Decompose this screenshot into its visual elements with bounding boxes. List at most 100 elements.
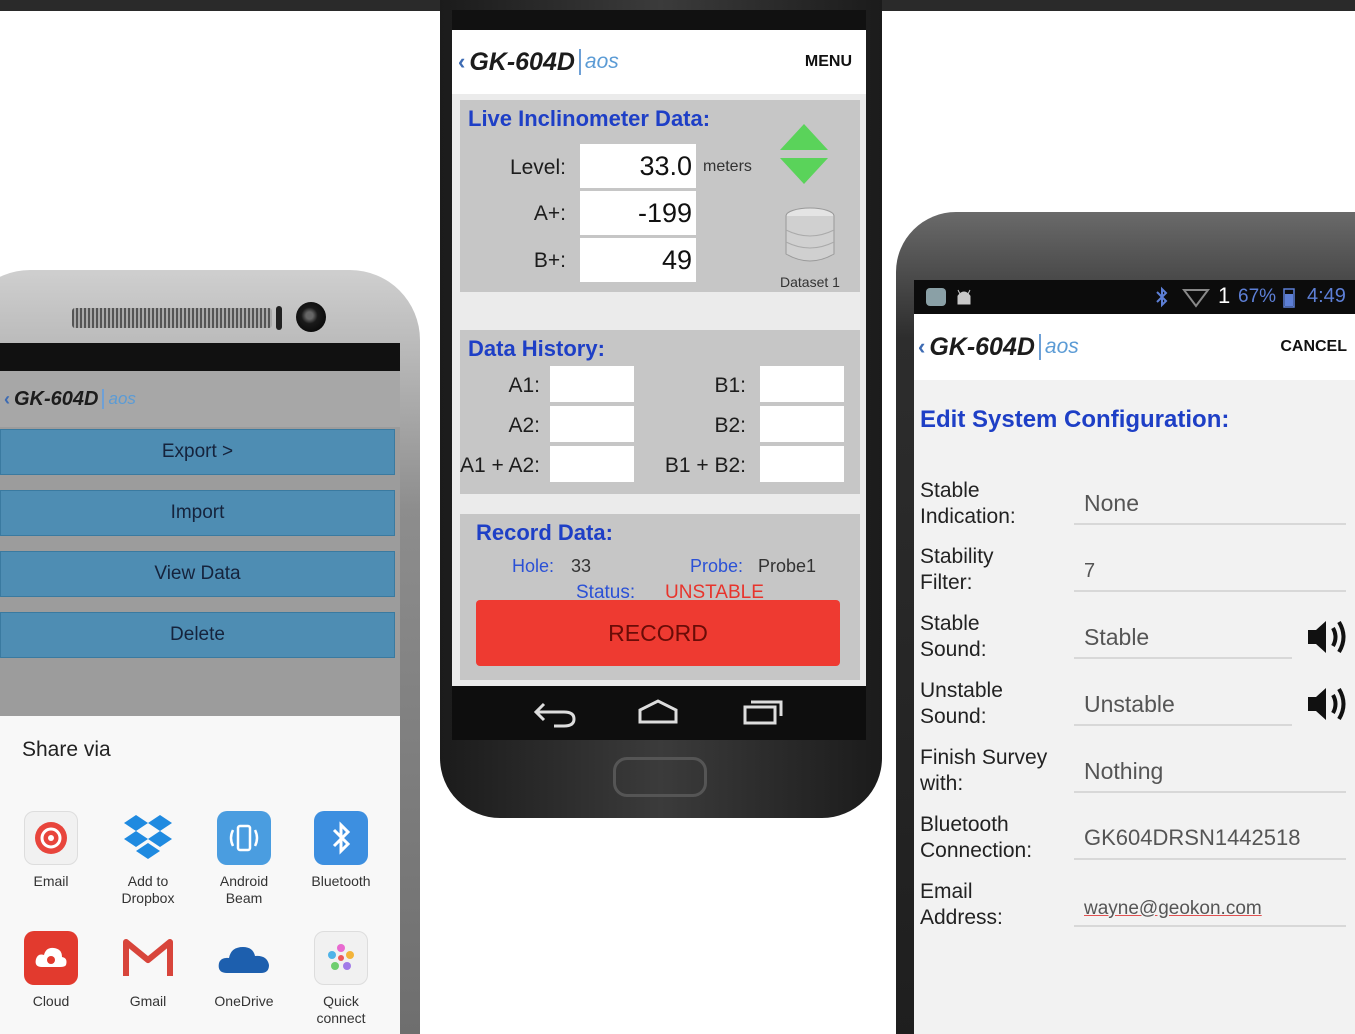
a2-value <box>550 406 634 442</box>
stability-filter-label: Stability Filter: <box>920 545 994 594</box>
share-target-bluetooth[interactable]: Bluetooth <box>296 811 386 890</box>
share-target-android-beam[interactable]: Android Beam <box>199 811 289 907</box>
front-camera <box>296 302 326 332</box>
cancel-button[interactable]: CANCEL <box>1280 338 1347 356</box>
stable-sound-value[interactable]: Stable <box>1084 624 1149 651</box>
share-target-onedrive[interactable]: OneDrive <box>199 931 289 1010</box>
home-nav-icon[interactable] <box>636 698 680 726</box>
status-bar: 1 67% 4:49 <box>914 280 1355 314</box>
b-plus-value: 49 <box>580 238 696 282</box>
email-icon <box>24 811 78 865</box>
share-label: Quick connect <box>316 993 366 1026</box>
level-up-down-arrows-icon[interactable] <box>778 122 830 186</box>
left-phone-screen: ‹ GK-604D aos Export > Import View Data … <box>0 343 400 1034</box>
b1-b2-label: B1 + B2: <box>664 454 746 477</box>
b1-value <box>760 366 844 402</box>
physical-home-button[interactable] <box>613 757 707 797</box>
email-address-label: Email Address: <box>920 880 1003 929</box>
battery-icon <box>1282 286 1296 308</box>
center-app-logo: ‹ GK-604D aos <box>458 48 619 77</box>
share-sheet: Share via Email Add to Dropbox Android B… <box>0 716 400 1034</box>
a1-a2-label: A1 + A2: <box>460 454 540 477</box>
app-subtitle: aos <box>584 50 619 73</box>
a-plus-label: A+: <box>533 202 566 225</box>
email-address-value[interactable]: wayne@geokon.com <box>1084 898 1262 920</box>
right-app-logo: ‹ GK-604D aos <box>918 333 1079 362</box>
share-title: Share via <box>22 738 111 761</box>
share-label: Gmail <box>129 993 167 1009</box>
cloud-icon <box>24 931 78 985</box>
bluetooth-status-icon <box>1154 286 1170 308</box>
app-title: GK-604D <box>14 387 99 410</box>
menu-button[interactable]: MENU <box>805 53 852 71</box>
record-button[interactable]: RECORD <box>476 600 840 666</box>
app-subtitle: aos <box>1044 335 1079 358</box>
b-plus-label: B+: <box>533 249 566 272</box>
back-chevron-icon[interactable]: ‹ <box>4 389 10 410</box>
back-chevron-icon[interactable]: ‹ <box>918 334 925 360</box>
dropbox-icon <box>121 811 175 865</box>
hole-value: 33 <box>571 556 592 576</box>
probe-label: Probe: <box>690 556 744 576</box>
app-title: GK-604D <box>929 332 1035 361</box>
share-label: Android Beam <box>219 873 269 906</box>
finish-survey-value[interactable]: Nothing <box>1084 758 1163 785</box>
a2-label: A2: <box>508 414 540 437</box>
back-chevron-icon[interactable]: ‹ <box>458 49 465 75</box>
share-target-gmail[interactable]: Gmail <box>103 931 193 1010</box>
level-label: Level: <box>509 156 566 179</box>
bluetooth-connection-label: Bluetooth Connection: <box>920 813 1033 862</box>
left-app-logo: ‹ GK-604D aos <box>4 388 136 411</box>
share-target-dropbox[interactable]: Add to Dropbox <box>103 811 193 907</box>
left-app-header: ‹ GK-604D aos <box>0 371 400 427</box>
level-value: 33.0 <box>580 144 696 188</box>
dataset-label: Dataset 1 <box>780 274 840 290</box>
back-nav-icon[interactable] <box>532 700 578 728</box>
share-label: OneDrive <box>214 993 274 1009</box>
b1-b2-value <box>760 446 844 482</box>
share-target-quick-connect[interactable]: Quick connect <box>296 931 386 1027</box>
unstable-sound-label: Unstable Sound: <box>920 679 1003 728</box>
export-button[interactable]: Export > <box>0 429 395 475</box>
android-beam-icon <box>217 811 271 865</box>
recent-apps-icon[interactable] <box>742 698 784 726</box>
share-target-cloud[interactable]: Cloud <box>6 931 96 1010</box>
stable-indication-value[interactable]: None <box>1084 490 1139 517</box>
import-button[interactable]: Import <box>0 490 395 536</box>
left-app-area: ‹ GK-604D aos Export > Import View Data … <box>0 371 400 716</box>
stable-sound-label: Stable Sound: <box>920 612 987 661</box>
b2-value <box>760 406 844 442</box>
finish-survey-label: Finish Survey with: <box>920 746 1048 795</box>
android-nav-bar <box>452 686 866 740</box>
probe-value: Probe1 <box>758 556 817 576</box>
unstable-sound-value[interactable]: Unstable <box>1084 691 1175 718</box>
hole-label: Hole: <box>512 556 555 576</box>
speaker-grille <box>72 308 272 328</box>
share-target-email[interactable]: Email <box>6 811 96 890</box>
right-phone-screen: 1 67% 4:49 ‹ GK-604D aos CANCEL Edit Sys… <box>914 280 1355 1034</box>
delete-button[interactable]: Delete <box>0 612 395 658</box>
speaker-icon[interactable] <box>1306 683 1352 725</box>
view-data-button[interactable]: View Data <box>0 551 395 597</box>
status-bar <box>452 10 866 30</box>
database-icon[interactable] <box>782 206 838 266</box>
center-app-header: ‹ GK-604D aos MENU <box>452 30 866 94</box>
center-phone-screen: ‹ GK-604D aos MENU Live Inclinometer Dat… <box>452 10 866 686</box>
right-app-header: ‹ GK-604D aos CANCEL <box>914 314 1355 380</box>
bluetooth-connection-value[interactable]: GK604DRSN1442518 <box>1084 825 1300 851</box>
signal-number: 1 <box>1218 283 1231 308</box>
app-title: GK-604D <box>469 47 575 76</box>
share-label: Add to Dropbox <box>121 873 175 906</box>
level-unit: meters <box>703 158 752 175</box>
onedrive-icon <box>217 931 271 985</box>
b2-label: B2: <box>714 414 746 437</box>
config-title: Edit System Configuration: <box>920 406 1230 433</box>
clock: 4:49 <box>1307 285 1346 307</box>
bluetooth-icon <box>314 811 368 865</box>
share-label: Bluetooth <box>311 873 371 889</box>
battery-percent: 67% <box>1238 286 1277 307</box>
sensor-pill <box>276 306 282 330</box>
stability-filter-value[interactable]: 7 <box>1084 560 1095 583</box>
speaker-icon[interactable] <box>1306 616 1352 658</box>
b1-label: B1: <box>714 374 746 397</box>
